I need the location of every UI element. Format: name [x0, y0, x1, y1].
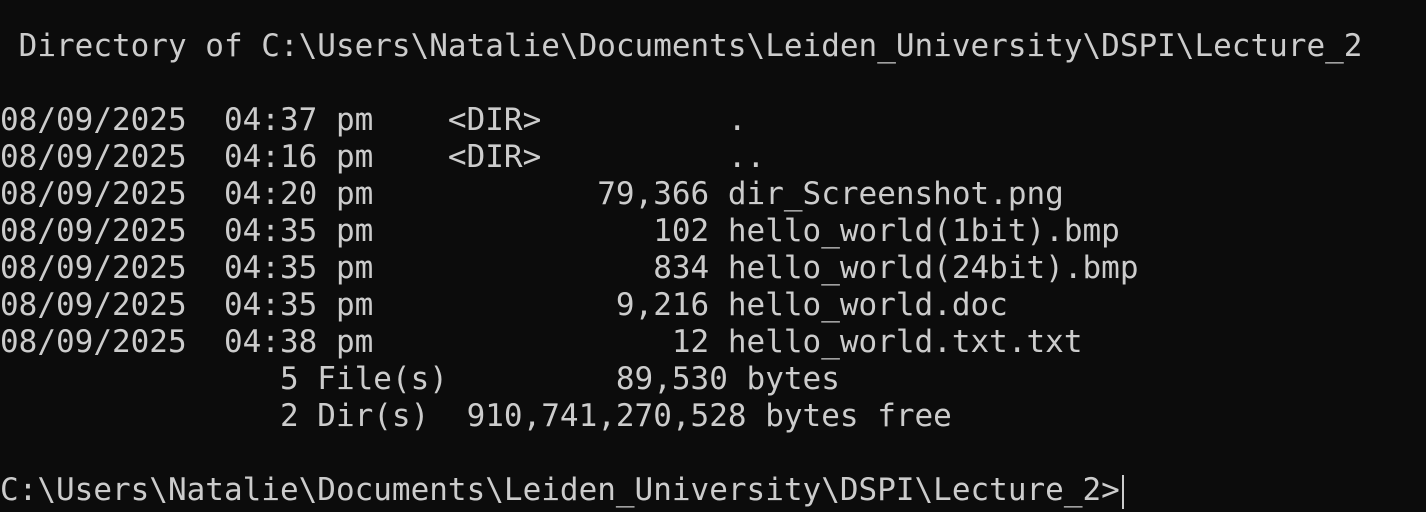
text-cursor: [1121, 474, 1124, 509]
directory-header: Directory of C:\Users\Natalie\Documents\…: [0, 28, 1363, 64]
command-prompt[interactable]: C:\Users\Natalie\Documents\Leiden_Univer…: [0, 472, 1124, 509]
dir-entry-parent: 08/09/2025 04:16 pm <DIR> ..: [0, 139, 766, 175]
summary-files: 5 File(s) 89,530 bytes: [0, 361, 840, 397]
file-entry-hello-world-doc: 08/09/2025 04:35 pm 9,216 hello_world.do…: [0, 287, 1008, 323]
dir-entry-current: 08/09/2025 04:37 pm <DIR> .: [0, 102, 747, 138]
summary-dirs: 2 Dir(s) 910,741,270,528 bytes free: [0, 398, 952, 434]
file-entry-hello-world-24bit-bmp: 08/09/2025 04:35 pm 834 hello_world(24bi…: [0, 250, 1139, 286]
prompt-path: C:\Users\Natalie\Documents\Leiden_Univer…: [0, 472, 1120, 508]
file-entry-dir-screenshot-png: 08/09/2025 04:20 pm 79,366 dir_Screensho…: [0, 176, 1064, 212]
file-entry-hello-world-txt: 08/09/2025 04:38 pm 12 hello_world.txt.t…: [0, 324, 1083, 360]
file-entry-hello-world-1bit-bmp: 08/09/2025 04:35 pm 102 hello_world(1bit…: [0, 213, 1120, 249]
terminal-window[interactable]: Directory of C:\Users\Natalie\Documents\…: [0, 0, 1426, 512]
